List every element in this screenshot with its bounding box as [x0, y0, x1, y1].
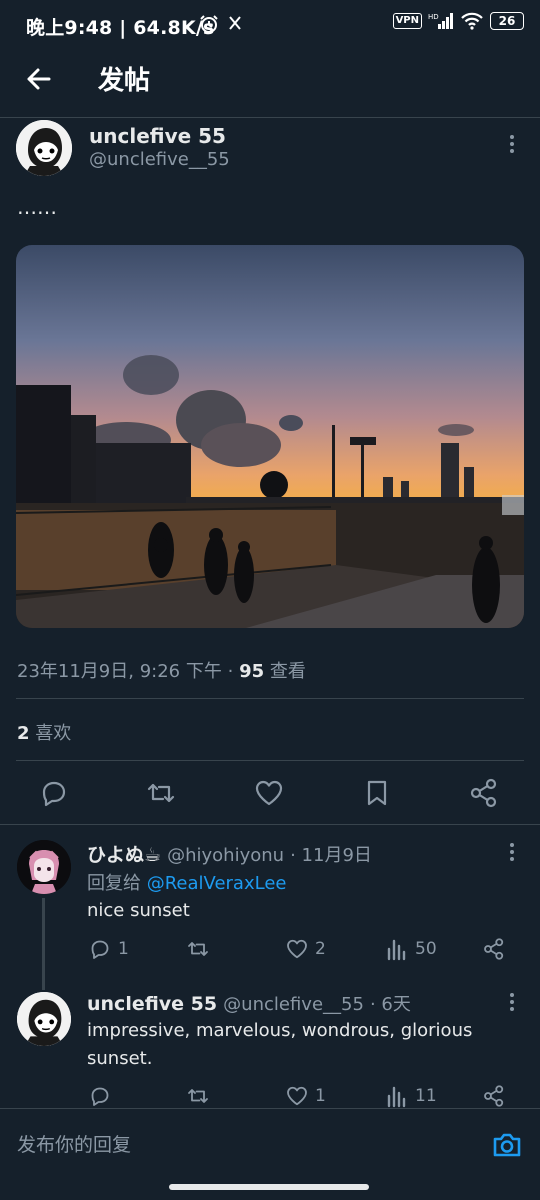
more-vertical-icon — [510, 135, 514, 153]
like-button[interactable] — [253, 777, 285, 809]
avatar[interactable] — [16, 120, 72, 176]
reply-header: ひよぬ☕ @hiyohiyonu · 11月9日 — [87, 840, 372, 867]
reply-views-stat[interactable]: 50 — [385, 937, 437, 961]
reply-views-count: 11 — [415, 1086, 437, 1106]
tweet-timestamp: 23年11月9日, 9:26 下午 — [17, 661, 222, 682]
author-handle[interactable]: @unclefive__55 — [89, 149, 230, 170]
reply-comment-stat[interactable]: 1 — [88, 937, 129, 961]
comment-icon — [42, 781, 66, 807]
tweet-meta: 23年11月9日, 9:26 下午 · 95 查看 — [17, 661, 306, 682]
more-vertical-icon — [510, 993, 514, 1011]
reply-more-options-button[interactable] — [502, 992, 522, 1012]
analytics-icon — [387, 939, 406, 961]
views-label: 查看 — [269, 661, 306, 682]
comment-icon — [91, 1087, 109, 1106]
analytics-icon — [387, 1086, 406, 1108]
reply-author-name[interactable]: unclefive 55 — [87, 993, 217, 1015]
comment-icon — [91, 940, 109, 959]
reply-time: · 11月9日 — [290, 845, 372, 866]
likes-count: 2 — [17, 723, 30, 744]
back-button[interactable] — [22, 62, 56, 96]
more-options-button[interactable] — [502, 134, 522, 154]
likes-summary[interactable]: 2 喜欢 — [17, 719, 71, 745]
reply-text: impressive, marvelous, wondrous, gloriou… — [87, 1020, 473, 1069]
avatar-character-icon — [17, 840, 71, 894]
actions-divider — [0, 824, 540, 825]
more-vertical-icon — [510, 843, 514, 861]
clock-text: 晚上9:48 — [26, 17, 113, 39]
header-divider — [0, 117, 540, 118]
views-count: 95 — [239, 661, 265, 682]
heart-icon — [287, 1086, 307, 1106]
reply-views-count: 50 — [415, 939, 437, 959]
retweet-icon — [147, 783, 175, 803]
reply-author-handle[interactable]: @hiyohiyonu — [167, 845, 284, 866]
replying-to: 回复给 @RealVeraxLee — [87, 869, 286, 895]
reply-like-stat[interactable]: 2 — [285, 937, 326, 961]
share-icon — [484, 938, 504, 960]
wifi-icon — [460, 12, 484, 30]
reply-header: unclefive 55 @unclefive__55 · 6天 — [87, 990, 411, 1016]
camera-icon — [493, 1133, 521, 1157]
vpn-badge: VPN — [392, 13, 422, 29]
status-bar-right: VPN HD 26 — [392, 12, 524, 30]
battery-icon: 26 — [490, 12, 524, 30]
reply-views-stat[interactable]: 11 — [385, 1084, 437, 1108]
home-indicator — [169, 1184, 369, 1190]
alarm-icon — [199, 14, 219, 34]
tweet-text: …… — [17, 195, 57, 219]
reply-like-count: 2 — [315, 939, 326, 959]
share-icon — [470, 778, 497, 808]
avatar-illustration-icon — [17, 992, 71, 1046]
reply-author-handle[interactable]: @unclefive__55 — [223, 994, 364, 1015]
svg-text:HD: HD — [428, 13, 439, 21]
avatar-illustration-icon — [16, 120, 72, 176]
reply-input[interactable]: 发布你的回复 — [17, 1130, 131, 1157]
share-icon — [484, 1085, 504, 1107]
reply-comment-count: 1 — [118, 939, 129, 959]
heart-icon — [287, 939, 307, 959]
reply-share-button[interactable] — [482, 1084, 506, 1108]
replying-to-handle[interactable]: @RealVeraxLee — [147, 873, 287, 894]
heart-icon — [255, 780, 283, 806]
thread-connector — [42, 898, 45, 990]
reply-time: · 6天 — [369, 994, 411, 1015]
reply-like-count: 1 — [315, 1086, 326, 1106]
sunset-photo-icon — [16, 245, 524, 628]
retweet-icon — [188, 1089, 208, 1103]
reply-comment-stat[interactable] — [88, 1084, 118, 1108]
likes-label: 喜欢 — [35, 723, 72, 744]
author-name[interactable]: unclefive 55 — [89, 124, 226, 148]
reply-avatar[interactable] — [17, 840, 71, 894]
reply-like-stat[interactable]: 1 — [285, 1084, 326, 1108]
share-button[interactable] — [468, 777, 500, 809]
reply-avatar[interactable] — [17, 992, 71, 1046]
meta-divider — [16, 698, 524, 699]
stats-divider — [16, 760, 524, 761]
x-app-icon — [229, 16, 241, 30]
retweet-button[interactable] — [145, 777, 177, 809]
reply-text: nice sunset — [87, 900, 190, 921]
retweet-icon — [188, 942, 208, 956]
replying-to-label: 回复给 — [87, 873, 141, 894]
reply-retweet-stat[interactable] — [186, 937, 216, 961]
reply-retweet-stat[interactable] — [186, 1084, 216, 1108]
reply-button[interactable] — [38, 777, 70, 809]
signal-icon: HD — [428, 12, 454, 30]
reply-more-options-button[interactable] — [502, 842, 522, 862]
status-bar-time: 晚上9:48 | 64.8K/s — [26, 17, 215, 39]
bookmark-icon — [367, 780, 387, 806]
camera-button[interactable] — [490, 1128, 524, 1162]
page-title: 发帖 — [98, 66, 151, 96]
arrow-left-icon — [27, 68, 51, 90]
reply-author-name[interactable]: ひよぬ☕ — [87, 844, 161, 866]
reply-share-button[interactable] — [482, 937, 506, 961]
tweet-photo[interactable] — [16, 245, 524, 628]
bookmark-button[interactable] — [361, 777, 393, 809]
